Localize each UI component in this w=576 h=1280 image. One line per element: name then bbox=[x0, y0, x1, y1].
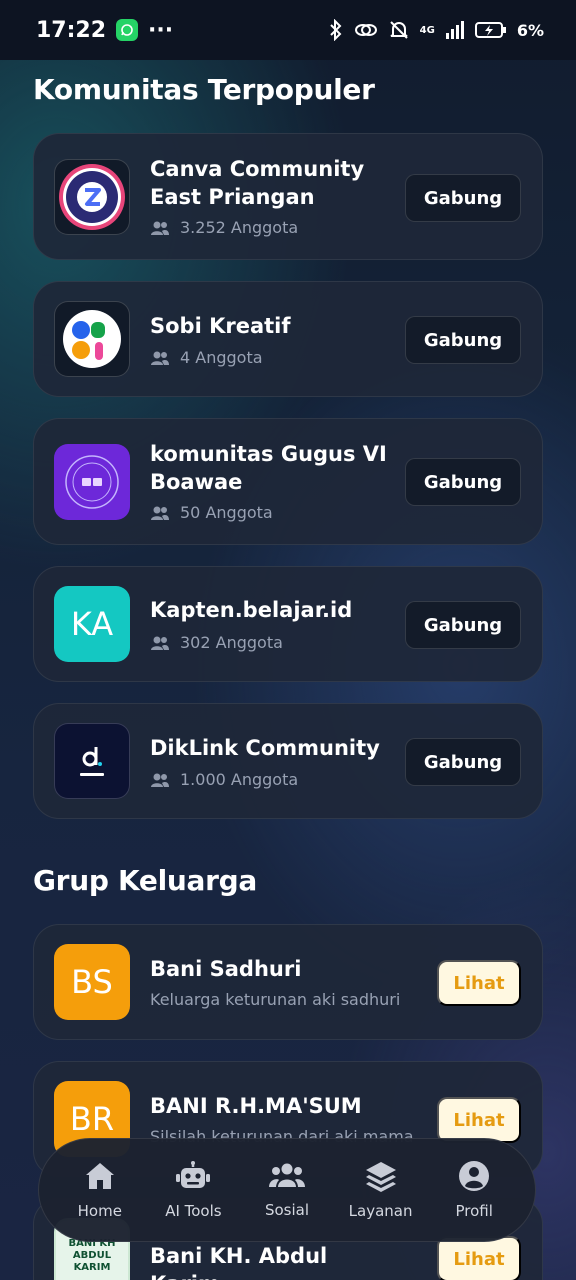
home-icon bbox=[85, 1163, 114, 1189]
member-count-label: 4 Anggota bbox=[180, 348, 263, 367]
member-count: 4 Anggota bbox=[150, 348, 263, 367]
whatsapp-icon bbox=[116, 19, 139, 41]
community-card[interactable]: komunitas Gugus VI Boawae 50 Anggota Gab… bbox=[33, 418, 543, 545]
family-description: Keluarga keturunan aki sadhuri bbox=[150, 990, 401, 1009]
avatar-initials: BR bbox=[69, 1100, 115, 1138]
kapten-avatar: KA bbox=[54, 586, 130, 662]
status-bar: 17:22 ··· 4G 6% bbox=[0, 0, 576, 60]
mute-bell-icon bbox=[389, 21, 408, 39]
battery-icon bbox=[474, 22, 506, 38]
member-count: 1.000 Anggota bbox=[150, 770, 298, 789]
nav-label: Home bbox=[77, 1202, 122, 1220]
family-name: BANI R.H.MA'SUM bbox=[150, 1094, 362, 1118]
members-icon bbox=[151, 773, 169, 787]
layers-icon bbox=[365, 1162, 396, 1192]
member-count: 302 Anggota bbox=[150, 633, 283, 652]
community-card[interactable]: Sobi Kreatif 4 Anggota Gabung bbox=[33, 281, 543, 397]
community-name: DikLink Community bbox=[150, 736, 380, 760]
join-button[interactable]: Gabung bbox=[405, 174, 521, 222]
community-card[interactable]: DikLink Community 1.000 Anggota Gabung bbox=[33, 703, 543, 819]
nav-ai-tools[interactable]: AI Tools bbox=[148, 1160, 238, 1220]
community-name: Canva Community East Priangan bbox=[150, 157, 365, 209]
gugus-logo bbox=[54, 443, 130, 520]
community-name: komunitas Gugus VI Boawae bbox=[150, 442, 387, 494]
view-button[interactable]: Lihat bbox=[437, 960, 521, 1006]
family-card[interactable]: BS Bani Sadhuri Keluarga keturunan aki s… bbox=[33, 924, 543, 1040]
family-name: Bani Sadhuri bbox=[150, 957, 302, 981]
nav-sosial[interactable]: Sosial bbox=[242, 1161, 332, 1219]
bottom-navigation: Home AI Tools Sosial Layanan Profil bbox=[38, 1138, 536, 1242]
family-avatar: BS bbox=[54, 944, 130, 1020]
user-circle-icon bbox=[459, 1161, 490, 1191]
family-name: Bani KH. Abdul Karim bbox=[150, 1244, 328, 1280]
bluetooth-icon bbox=[329, 19, 342, 41]
nav-profil[interactable]: Profil bbox=[429, 1160, 519, 1220]
join-button[interactable]: Gabung bbox=[405, 458, 521, 506]
battery-percent: 6% bbox=[516, 20, 544, 40]
member-count: 50 Anggota bbox=[150, 503, 273, 522]
community-name: Sobi Kreatif bbox=[150, 314, 291, 338]
status-time: 17:22 bbox=[36, 17, 107, 43]
nav-label: Layanan bbox=[348, 1202, 413, 1220]
diklink-logo bbox=[54, 723, 130, 799]
members-icon bbox=[151, 351, 169, 365]
view-button[interactable]: Lihat bbox=[437, 1097, 521, 1143]
view-button[interactable]: Lihat bbox=[437, 1236, 521, 1280]
nav-label: Profil bbox=[455, 1202, 493, 1220]
join-button[interactable]: Gabung bbox=[405, 601, 521, 649]
nav-home[interactable]: Home bbox=[55, 1160, 145, 1220]
member-count-label: 50 Anggota bbox=[180, 503, 273, 522]
member-count-label: 3.252 Anggota bbox=[180, 218, 299, 237]
member-count: 3.252 Anggota bbox=[150, 218, 298, 237]
nav-layanan[interactable]: Layanan bbox=[336, 1160, 426, 1220]
join-button[interactable]: Gabung bbox=[405, 738, 521, 786]
signal-icon bbox=[445, 21, 464, 39]
sobi-logo bbox=[54, 301, 130, 377]
join-button[interactable]: Gabung bbox=[405, 316, 521, 364]
network-label: 4G bbox=[419, 24, 435, 36]
avatar-initials: BS bbox=[71, 963, 113, 1001]
members-icon bbox=[151, 636, 169, 650]
avatar-initials: KA bbox=[70, 605, 114, 643]
community-card[interactable]: KA Kapten.belajar.id 302 Anggota Gabung bbox=[33, 566, 543, 682]
family-section-title: Grup Keluarga bbox=[33, 864, 257, 897]
robot-icon bbox=[176, 1161, 211, 1188]
community-card[interactable]: Canva Community East Priangan 3.252 Angg… bbox=[33, 133, 543, 260]
users-icon bbox=[268, 1163, 305, 1187]
members-icon bbox=[151, 221, 169, 235]
nav-label: AI Tools bbox=[165, 1202, 222, 1220]
canva-community-logo bbox=[54, 158, 130, 235]
member-count-label: 1.000 Anggota bbox=[180, 770, 299, 789]
status-more: ··· bbox=[148, 17, 174, 43]
popular-section-title: Komunitas Terpopuler bbox=[33, 73, 375, 106]
member-count-label: 302 Anggota bbox=[180, 633, 283, 652]
nav-label: Sosial bbox=[264, 1201, 309, 1219]
community-name: Kapten.belajar.id bbox=[150, 598, 353, 622]
link-icon bbox=[354, 24, 377, 36]
members-icon bbox=[151, 506, 169, 520]
